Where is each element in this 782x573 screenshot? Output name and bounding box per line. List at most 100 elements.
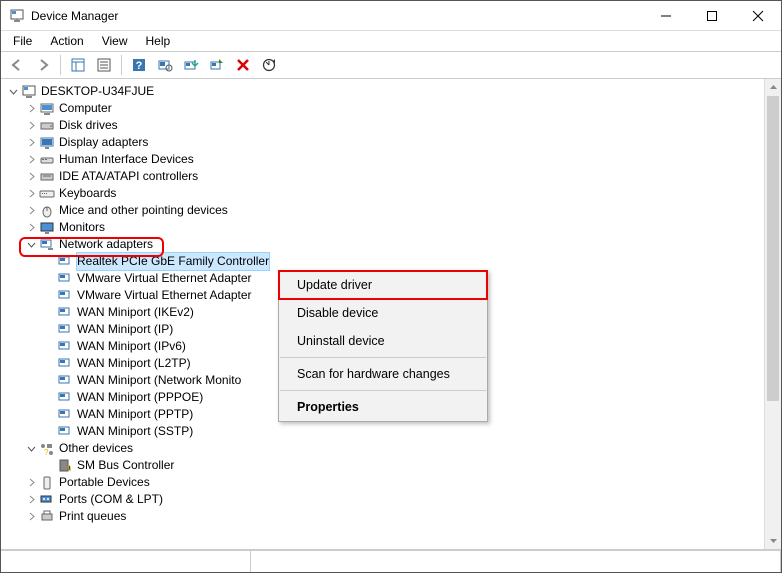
expand-icon[interactable] [25,205,37,217]
tree-device-realtek[interactable]: Realtek PCIe GbE Family Controller [7,253,764,270]
tree-label: Display adapters [59,134,148,151]
tree-category-ports[interactable]: Ports (COM & LPT) [7,491,764,508]
toolbar-update-driver[interactable] [179,54,203,76]
tree-category-monitors[interactable]: Monitors [7,219,764,236]
scroll-up-button[interactable] [765,79,781,96]
tree-category-network[interactable]: Network adapters [7,236,764,253]
menu-file[interactable]: File [5,32,40,50]
tree-label: Print queues [59,508,126,525]
ide-icon [39,169,55,185]
toolbar-help[interactable]: ? [127,54,151,76]
network-adapter-icon [57,288,73,304]
menubar: File Action View Help [1,31,781,51]
display-icon [39,135,55,151]
tree-label: IDE ATA/ATAPI controllers [59,168,198,185]
menu-view[interactable]: View [94,32,136,50]
status-cell [1,551,251,572]
computer-icon [39,101,55,117]
network-adapter-icon [57,424,73,440]
tree-label: WAN Miniport (L2TP) [77,355,191,372]
tree-category-printq[interactable]: Print queues [7,508,764,525]
context-separator [280,390,486,391]
expand-icon[interactable] [25,477,37,489]
expand-icon[interactable] [25,103,37,115]
network-adapter-icon [57,305,73,321]
collapse-icon[interactable] [25,239,37,251]
tree-label: Mice and other pointing devices [59,202,228,219]
other-devices-icon: ? [39,441,55,457]
context-scan-hardware[interactable]: Scan for hardware changes [279,360,487,388]
tree-category-keyboards[interactable]: Keyboards [7,185,764,202]
titlebar: Device Manager [1,1,781,31]
tree-label: VMware Virtual Ethernet Adapter [77,287,252,304]
ports-icon [39,492,55,508]
toolbar-uninstall[interactable] [231,54,255,76]
tree-label: SM Bus Controller [77,457,174,474]
expand-icon[interactable] [25,137,37,149]
toolbar-scan-hardware[interactable] [153,54,177,76]
network-adapter-icon [57,322,73,338]
toolbar-forward[interactable] [31,54,55,76]
tree-category-portable[interactable]: Portable Devices [7,474,764,491]
tree-label: Portable Devices [59,474,150,491]
tree-label: WAN Miniport (IPv6) [77,338,186,355]
keyboard-icon [39,186,55,202]
tree-category-display[interactable]: Display adapters [7,134,764,151]
scroll-track[interactable] [765,96,781,532]
expand-icon[interactable] [25,120,37,132]
menu-help[interactable]: Help [138,32,179,50]
close-button[interactable] [735,1,781,31]
computer-icon [21,84,37,100]
svg-text:?: ? [44,448,49,457]
maximize-button[interactable] [689,1,735,31]
expand-icon[interactable] [25,171,37,183]
network-adapter-icon [57,271,73,287]
expand-icon[interactable] [25,222,37,234]
context-uninstall-device[interactable]: Uninstall device [279,327,487,355]
tree-label: Monitors [59,219,105,236]
network-adapter-icon [57,390,73,406]
tree-label: WAN Miniport (SSTP) [77,423,193,440]
expand-icon[interactable] [25,188,37,200]
scroll-down-button[interactable] [765,532,781,549]
tree-label: Other devices [59,440,133,457]
tree-label: Network adapters [59,236,153,253]
network-adapter-icon [57,339,73,355]
tree-category-mice[interactable]: Mice and other pointing devices [7,202,764,219]
tree-device-smbus[interactable]: !SM Bus Controller [7,457,764,474]
statusbar [1,550,781,572]
tree-device-wan-sstp[interactable]: WAN Miniport (SSTP) [7,423,764,440]
expand-icon[interactable] [25,494,37,506]
context-properties[interactable]: Properties [279,393,487,421]
tree-category-computer[interactable]: Computer [7,100,764,117]
toolbar-properties-sheet[interactable] [92,54,116,76]
context-update-driver[interactable]: Update driver [279,271,487,299]
toolbar-scan-changes[interactable] [257,54,281,76]
tree-root[interactable]: DESKTOP-U34FJUE [7,83,764,100]
minimize-button[interactable] [643,1,689,31]
tree-category-ide[interactable]: IDE ATA/ATAPI controllers [7,168,764,185]
vertical-scrollbar[interactable] [764,79,781,549]
collapse-icon[interactable] [25,443,37,455]
tree-category-otherdev[interactable]: ? Other devices [7,440,764,457]
toolbar-back[interactable] [5,54,29,76]
tree-label: Human Interface Devices [59,151,194,168]
collapse-icon[interactable] [7,86,19,98]
context-menu: Update driver Disable device Uninstall d… [278,270,488,422]
status-cell [251,551,781,572]
expand-icon[interactable] [25,511,37,523]
tree-category-disk[interactable]: Disk drives [7,117,764,134]
tree-label: VMware Virtual Ethernet Adapter [77,270,252,287]
tree-label: DESKTOP-U34FJUE [41,83,154,100]
menu-action[interactable]: Action [42,32,91,50]
tree-label: Keyboards [59,185,116,202]
scroll-thumb[interactable] [767,96,779,401]
toolbar-enable-device[interactable] [205,54,229,76]
context-disable-device[interactable]: Disable device [279,299,487,327]
tree-category-hid[interactable]: Human Interface Devices [7,151,764,168]
toolbar: ? [1,51,781,79]
expand-icon[interactable] [25,154,37,166]
printer-icon [39,509,55,525]
disk-icon [39,118,55,134]
toolbar-show-hidden[interactable] [66,54,90,76]
